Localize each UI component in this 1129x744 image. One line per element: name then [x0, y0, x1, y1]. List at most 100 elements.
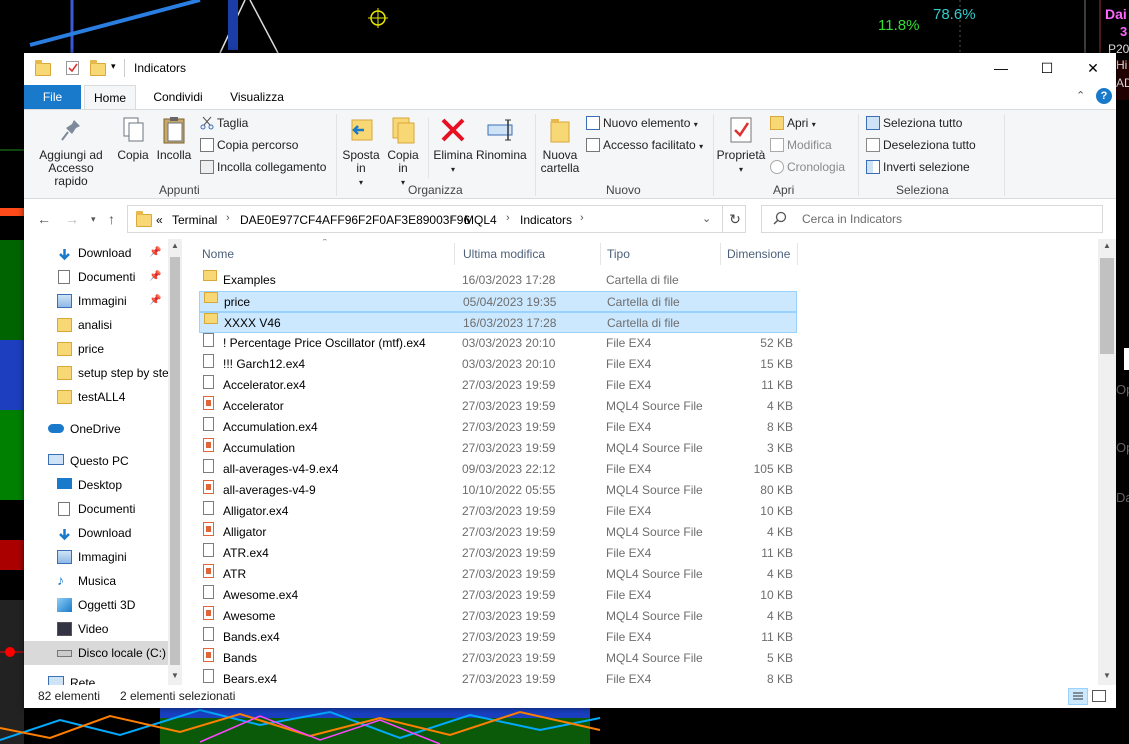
file-row[interactable]: Accelerator.ex4 27/03/2023 19:59 File EX4 1… — [199, 375, 797, 396]
back-arrow-icon[interactable]: ← — [37, 211, 51, 227]
crumb-indicators[interactable]: Indicators — [520, 213, 572, 227]
nav-network[interactable]: Rete — [24, 671, 164, 685]
copy-button[interactable]: Copia — [114, 114, 152, 162]
refresh-icon[interactable]: ↻ — [722, 205, 747, 233]
file-list-scroll-thumb[interactable] — [1100, 258, 1114, 354]
crumb-chevron-icon[interactable]: › — [580, 212, 584, 224]
nav-quick-download[interactable]: Download 📌 — [24, 241, 164, 265]
nav-pc-objects3d[interactable]: Oggetti 3D — [24, 593, 164, 617]
file-row[interactable]: price 05/04/2023 19:35 Cartella di file — [199, 291, 797, 312]
select-all-button[interactable]: Seleziona tutto — [866, 114, 962, 132]
easy-access-button[interactable]: Accesso facilitato ▾ — [586, 136, 703, 154]
forward-arrow-icon[interactable]: → — [65, 211, 79, 227]
nav-quick-analisi[interactable]: analisi — [24, 313, 164, 337]
paste-button[interactable]: Incolla — [154, 114, 194, 162]
file-row[interactable]: all-averages-v4-9.ex4 09/03/2023 22:12 Fil… — [199, 459, 797, 480]
cut-button[interactable]: Taglia — [200, 114, 248, 132]
file-row[interactable]: ATR 27/03/2023 19:59 MQL4 Source File 4 KB — [199, 564, 797, 585]
edit-button[interactable]: Modifica — [770, 136, 832, 154]
nav-quick-pictures[interactable]: Immagini 📌 — [24, 289, 164, 313]
tab-file[interactable]: File — [24, 85, 81, 109]
copy-to-button[interactable]: Copia in ▾ — [384, 114, 422, 189]
minimize-button[interactable]: — — [978, 53, 1024, 83]
column-header-size[interactable]: Dimensione — [727, 243, 790, 265]
file-row[interactable]: all-averages-v4-9 10/10/2022 05:55 MQL4 So… — [199, 480, 797, 501]
column-divider[interactable] — [720, 243, 721, 265]
column-divider[interactable] — [797, 243, 798, 265]
large-icons-view-icon[interactable] — [1092, 690, 1106, 702]
nav-scroll-down-icon[interactable]: ▼ — [171, 671, 179, 680]
nav-pc-desktop[interactable]: Desktop — [24, 473, 164, 497]
column-divider[interactable] — [600, 243, 601, 265]
file-row[interactable]: XXXX V46 16/03/2023 17:28 Cartella di file — [199, 312, 797, 333]
file-row[interactable]: Awesome.ex4 27/03/2023 19:59 File EX4 10 KB — [199, 585, 797, 606]
move-to-button[interactable]: Sposta in ▾ — [340, 114, 382, 189]
rename-button[interactable]: Rinomina — [476, 114, 527, 162]
nav-onedrive[interactable]: OneDrive — [24, 417, 164, 441]
open-button[interactable]: Apri ▾ — [770, 114, 816, 132]
crumb-chevron-icon[interactable]: › — [450, 212, 454, 224]
file-row[interactable]: Bands 27/03/2023 19:59 MQL4 Source File 5 K… — [199, 648, 797, 669]
file-row[interactable]: Bands.ex4 27/03/2023 19:59 File EX4 11 KB — [199, 627, 797, 648]
delete-button[interactable]: Elimina ▾ — [432, 114, 474, 176]
crumb-terminal[interactable]: Terminal — [172, 213, 217, 227]
address-dropdown-icon[interactable]: ⌄ — [702, 212, 711, 225]
file-row[interactable]: Alligator 27/03/2023 19:59 MQL4 Source Fil… — [199, 522, 797, 543]
column-header-date[interactable]: Ultima modifica — [463, 243, 545, 265]
new-folder-button[interactable]: Nuova cartella — [538, 114, 582, 175]
collapse-ribbon-icon[interactable]: ⌃ — [1076, 89, 1085, 102]
properties-button[interactable]: Proprietà ▾ — [716, 114, 766, 176]
history-button[interactable]: Cronologia — [770, 158, 845, 176]
crumb-terminal-id[interactable]: DAE0E977CF4AFF96F2F0AF3E89003F96 — [240, 213, 470, 227]
pin-quick-access-button[interactable]: Aggiungi ad Accesso rapido — [30, 114, 112, 188]
help-icon[interactable]: ? — [1096, 88, 1112, 104]
new-item-button[interactable]: Nuovo elemento ▾ — [586, 114, 698, 132]
nav-pc-download[interactable]: Download — [24, 521, 164, 545]
qat-properties-icon[interactable] — [66, 61, 79, 75]
file-row[interactable]: Accumulation 27/03/2023 19:59 MQL4 Source … — [199, 438, 797, 459]
search-box[interactable]: Cerca in Indicators — [761, 205, 1103, 233]
crumb-chevron-icon[interactable]: › — [226, 212, 230, 224]
crumb-chevron-icon[interactable]: › — [506, 212, 510, 224]
nav-pc-pictures[interactable]: Immagini — [24, 545, 164, 569]
nav-pc-music[interactable]: ♪ Musica — [24, 569, 164, 593]
nav-pc-video[interactable]: Video — [24, 617, 164, 641]
nav-scroll-up-icon[interactable]: ▲ — [171, 241, 179, 250]
tab-view[interactable]: Visualizza — [224, 85, 290, 109]
address-bar[interactable]: « Terminal › DAE0E977CF4AFF96F2F0AF3E890… — [127, 205, 746, 233]
details-view-icon[interactable] — [1068, 688, 1088, 705]
nav-scroll-thumb[interactable] — [170, 257, 180, 665]
invert-selection-button[interactable]: Inverti selezione — [866, 158, 970, 176]
file-row[interactable]: Awesome 27/03/2023 19:59 MQL4 Source File 4… — [199, 606, 797, 627]
copy-path-button[interactable]: Copia percorso — [200, 136, 298, 154]
nav-pc-local-disk[interactable]: Disco locale (C:) — [24, 641, 168, 665]
crumb-mql4[interactable]: MQL4 — [464, 213, 497, 227]
nav-pc-documents[interactable]: Documenti — [24, 497, 164, 521]
maximize-button[interactable]: ☐ — [1024, 53, 1070, 83]
recent-locations-icon[interactable]: ▾ — [91, 214, 96, 225]
scroll-up-icon[interactable]: ▲ — [1103, 241, 1111, 250]
file-row[interactable]: Accelerator 27/03/2023 19:59 MQL4 Source F… — [199, 396, 797, 417]
file-row[interactable]: ! Percentage Price Oscillator (mtf).ex4 0… — [199, 333, 797, 354]
scroll-down-icon[interactable]: ▼ — [1103, 671, 1111, 680]
file-row[interactable]: Examples 16/03/2023 17:28 Cartella di file — [199, 270, 797, 291]
nav-this-pc[interactable]: Questo PC — [24, 449, 164, 473]
nav-scrollbar[interactable]: ▲ ▼ — [168, 239, 182, 685]
file-row[interactable]: !!! Garch12.ex4 03/03/2023 20:10 File EX4 1… — [199, 354, 797, 375]
tab-share[interactable]: Condividi — [150, 85, 206, 109]
file-row[interactable]: Accumulation.ex4 27/03/2023 19:59 File EX4… — [199, 417, 797, 438]
pin-icon[interactable]: 📌 — [149, 289, 161, 313]
nav-quick-documents[interactable]: Documenti 📌 — [24, 265, 164, 289]
deselect-all-button[interactable]: Deseleziona tutto — [866, 136, 976, 154]
paste-shortcut-button[interactable]: Incolla collegamento — [200, 158, 326, 176]
file-row[interactable]: Bears.ex4 27/03/2023 19:59 File EX4 8 KB — [199, 669, 797, 685]
qat-dropdown-icon[interactable]: ▾ — [111, 61, 116, 72]
column-header-type[interactable]: Tipo — [607, 243, 630, 265]
file-row[interactable]: Alligator.ex4 27/03/2023 19:59 File EX4 10 … — [199, 501, 797, 522]
crumb-overflow[interactable]: « — [156, 213, 163, 227]
nav-quick-setup[interactable]: setup step by ste — [24, 361, 169, 385]
column-header-name[interactable]: Nome — [202, 243, 234, 265]
pin-icon[interactable]: 📌 — [149, 241, 161, 265]
pin-icon[interactable]: 📌 — [149, 265, 161, 289]
nav-quick-price[interactable]: price — [24, 337, 164, 361]
